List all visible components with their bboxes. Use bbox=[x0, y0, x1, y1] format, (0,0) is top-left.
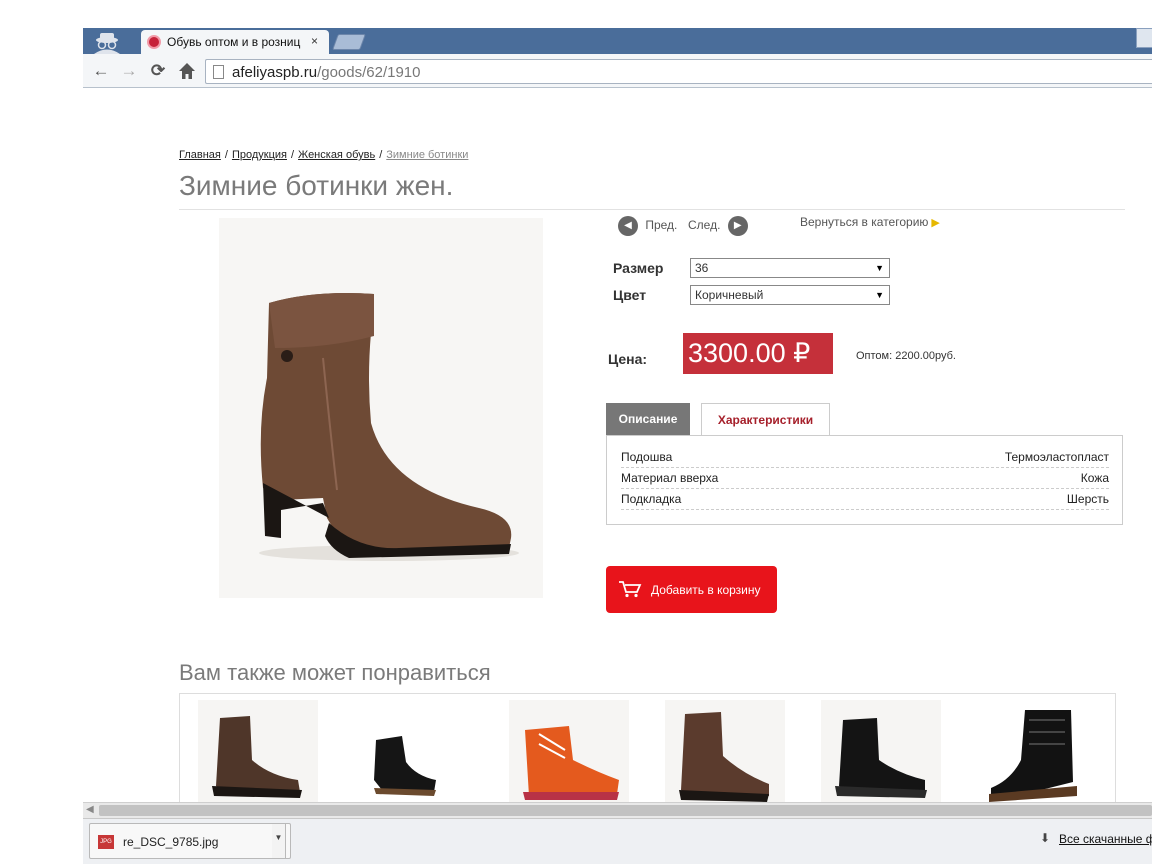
download-arrow-icon: ⬇ bbox=[1040, 831, 1051, 845]
close-tab-icon[interactable]: × bbox=[311, 34, 318, 48]
tab-strip: Обувь оптом и в розниц × bbox=[83, 28, 1152, 54]
breadcrumb-women-shoes[interactable]: Женская обувь bbox=[298, 149, 375, 161]
prev-arrow-icon: ◀ bbox=[618, 216, 638, 236]
tab-characteristics[interactable]: Характеристики bbox=[701, 403, 830, 436]
url-text: afeliyaspb.ru/goods/62/1910 bbox=[232, 64, 421, 81]
download-file-name: re_DSC_9785.jpg bbox=[123, 835, 219, 849]
incognito-icon bbox=[94, 33, 120, 54]
browser-tab-active[interactable]: Обувь оптом и в розниц × bbox=[141, 30, 329, 54]
jpg-file-icon: JPG bbox=[98, 835, 114, 849]
next-product-link[interactable]: След. ▶ bbox=[688, 216, 748, 236]
tab-description[interactable]: Описание bbox=[606, 403, 690, 435]
size-select[interactable]: 36 ▼ bbox=[690, 258, 890, 278]
breadcrumb-current[interactable]: Зимние ботинки bbox=[386, 149, 468, 161]
related-product-6[interactable] bbox=[977, 700, 1097, 810]
window-button[interactable] bbox=[1136, 28, 1152, 48]
related-product-4[interactable] bbox=[665, 700, 785, 810]
spec-row: Подошва Термоэластопласт bbox=[621, 447, 1109, 468]
site-favicon-icon bbox=[147, 35, 161, 49]
boot-image bbox=[259, 293, 519, 561]
page-icon bbox=[213, 65, 224, 79]
add-to-cart-button[interactable]: Добавить в корзину bbox=[606, 566, 777, 613]
color-label: Цвет bbox=[613, 287, 647, 303]
home-icon[interactable] bbox=[178, 62, 196, 80]
tab-title: Обувь оптом и в розниц bbox=[167, 35, 301, 49]
reload-icon[interactable]: ⟳ bbox=[148, 61, 168, 81]
horizontal-scrollbar[interactable]: ◀ bbox=[83, 802, 1152, 818]
related-product-2[interactable] bbox=[354, 700, 474, 810]
breadcrumb-products[interactable]: Продукция bbox=[232, 149, 287, 161]
back-to-category-link[interactable]: Вернуться в категорию ▶ bbox=[800, 215, 940, 229]
price-value: 3300.00 ₽ bbox=[683, 333, 833, 374]
price-label: Цена: bbox=[608, 351, 648, 367]
dropdown-arrow-icon: ▼ bbox=[875, 263, 884, 273]
related-product-1[interactable] bbox=[198, 700, 318, 810]
show-all-downloads-link[interactable]: Все скачанные ф bbox=[1059, 832, 1152, 846]
specs-panel: Подошва Термоэластопласт Материал вверха… bbox=[606, 435, 1123, 525]
browser-toolbar: ← → ⟳ afeliyaspb.ru/goods/62/1910 bbox=[83, 54, 1152, 88]
breadcrumb: Главная / Продукция / Женская обувь / Зимние б… bbox=[179, 149, 469, 161]
wholesale-price: Оптом: 2200.00руб. bbox=[856, 350, 956, 362]
related-carousel bbox=[179, 693, 1116, 813]
next-arrow-icon: ▶ bbox=[727, 216, 748, 236]
related-title: Вам также может понравиться bbox=[179, 660, 491, 685]
download-item[interactable]: JPG re_DSC_9785.jpg bbox=[89, 823, 291, 859]
spec-row: Материал вверха Кожа bbox=[621, 468, 1109, 489]
related-product-3[interactable] bbox=[509, 700, 629, 810]
download-bar: JPG re_DSC_9785.jpg ▼ ⬇ Все скачанные ф bbox=[83, 818, 1152, 864]
scroll-left-icon[interactable]: ◀ bbox=[86, 804, 94, 815]
related-product-5[interactable] bbox=[821, 700, 941, 810]
back-arrow-icon[interactable]: ← bbox=[91, 61, 111, 81]
prev-product-link[interactable]: ◀ Пред. bbox=[618, 216, 677, 236]
dropdown-arrow-icon: ▼ bbox=[875, 290, 884, 300]
title-divider bbox=[179, 209, 1125, 210]
product-image[interactable] bbox=[219, 218, 543, 598]
new-tab-button[interactable] bbox=[332, 34, 366, 50]
cart-icon bbox=[619, 581, 642, 598]
size-label: Размер bbox=[613, 260, 664, 276]
triangle-right-icon: ▶ bbox=[931, 217, 940, 229]
address-bar[interactable]: afeliyaspb.ru/goods/62/1910 bbox=[205, 59, 1152, 84]
forward-arrow-icon[interactable]: → bbox=[119, 61, 139, 81]
scrollbar-thumb[interactable] bbox=[99, 805, 1152, 816]
color-select[interactable]: Коричневый ▼ bbox=[690, 285, 890, 305]
page-title: Зимние ботинки жен. bbox=[179, 170, 454, 201]
browser-window: Обувь оптом и в розниц × ← → ⟳ afeliyasp… bbox=[0, 0, 1152, 864]
spec-row: Подкладка Шерсть bbox=[621, 489, 1109, 510]
download-menu-icon[interactable]: ▼ bbox=[272, 823, 286, 859]
breadcrumb-home[interactable]: Главная bbox=[179, 149, 221, 161]
